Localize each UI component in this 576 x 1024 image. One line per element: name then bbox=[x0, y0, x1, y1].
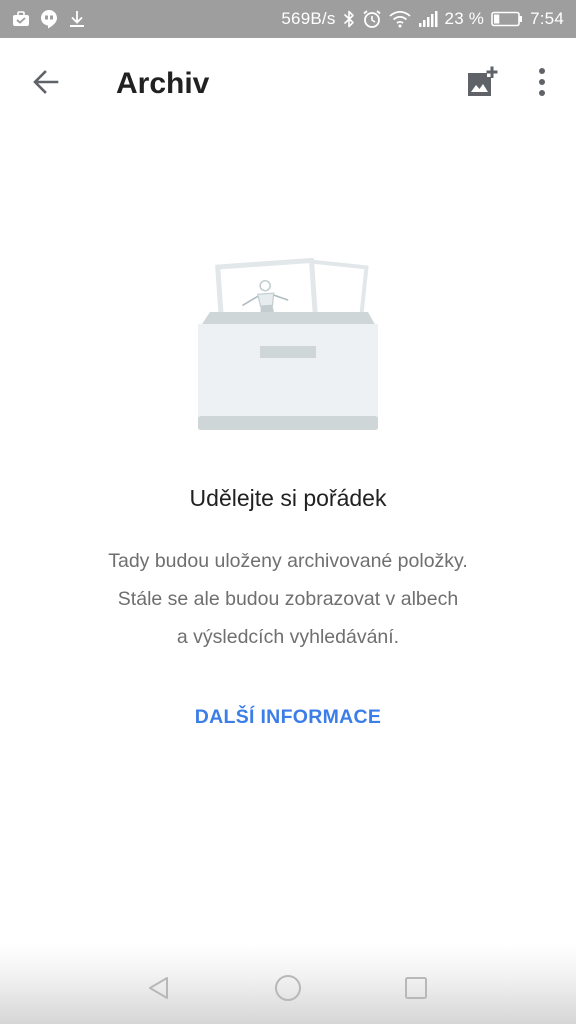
status-left bbox=[12, 9, 86, 29]
more-vert-icon bbox=[537, 67, 547, 102]
archive-box-illustration bbox=[192, 257, 384, 438]
status-bar: 569B/s 23 % 7:54 bbox=[0, 0, 576, 38]
add-photo-icon bbox=[465, 65, 499, 104]
nav-recents-button[interactable] bbox=[388, 964, 444, 1016]
page-title: Archiv bbox=[116, 67, 210, 100]
hangouts-icon bbox=[40, 9, 58, 29]
navigation-bar bbox=[0, 944, 576, 1024]
wifi-icon bbox=[388, 10, 411, 28]
nav-back-icon bbox=[145, 974, 173, 1007]
briefcase-icon bbox=[12, 10, 30, 28]
clock-time: 7:54 bbox=[530, 9, 564, 28]
learn-more-container: DALŠÍ INFORMACE bbox=[0, 702, 576, 733]
nav-home-icon bbox=[273, 973, 303, 1008]
learn-more-link[interactable]: DALŠÍ INFORMACE bbox=[185, 702, 392, 733]
nav-home-button[interactable] bbox=[260, 964, 316, 1016]
nav-back-button[interactable] bbox=[131, 964, 187, 1016]
archive-screen: 569B/s 23 % 7:54 Archiv Udělejte si pořá… bbox=[0, 0, 576, 1024]
arrow-back-icon bbox=[31, 67, 61, 102]
signal-icon bbox=[418, 11, 438, 27]
status-right: 569B/s 23 % 7:54 bbox=[281, 9, 564, 29]
network-speed: 569B/s bbox=[281, 9, 336, 28]
empty-state-body-line: Stále se ale budou zobrazovat v albech bbox=[117, 588, 459, 610]
empty-state-title: Udělejte si pořádek bbox=[189, 485, 387, 511]
battery-icon bbox=[491, 11, 523, 27]
empty-state-body: Tady budou uloženy archivované položky. … bbox=[40, 542, 536, 656]
nav-recents-icon bbox=[402, 974, 430, 1007]
add-photo-button[interactable] bbox=[458, 60, 506, 108]
empty-state-body-line: a výsledcích vyhledávání. bbox=[176, 626, 400, 648]
more-options-button[interactable] bbox=[518, 60, 566, 108]
empty-state-body-line: Tady budou uloženy archivované položky. bbox=[108, 550, 468, 572]
back-button[interactable] bbox=[22, 60, 70, 108]
alarm-icon bbox=[362, 9, 382, 29]
bluetooth-icon bbox=[343, 9, 355, 29]
app-bar: Archiv bbox=[0, 38, 576, 130]
battery-percent: 23 % bbox=[444, 9, 485, 28]
download-icon bbox=[68, 10, 86, 28]
